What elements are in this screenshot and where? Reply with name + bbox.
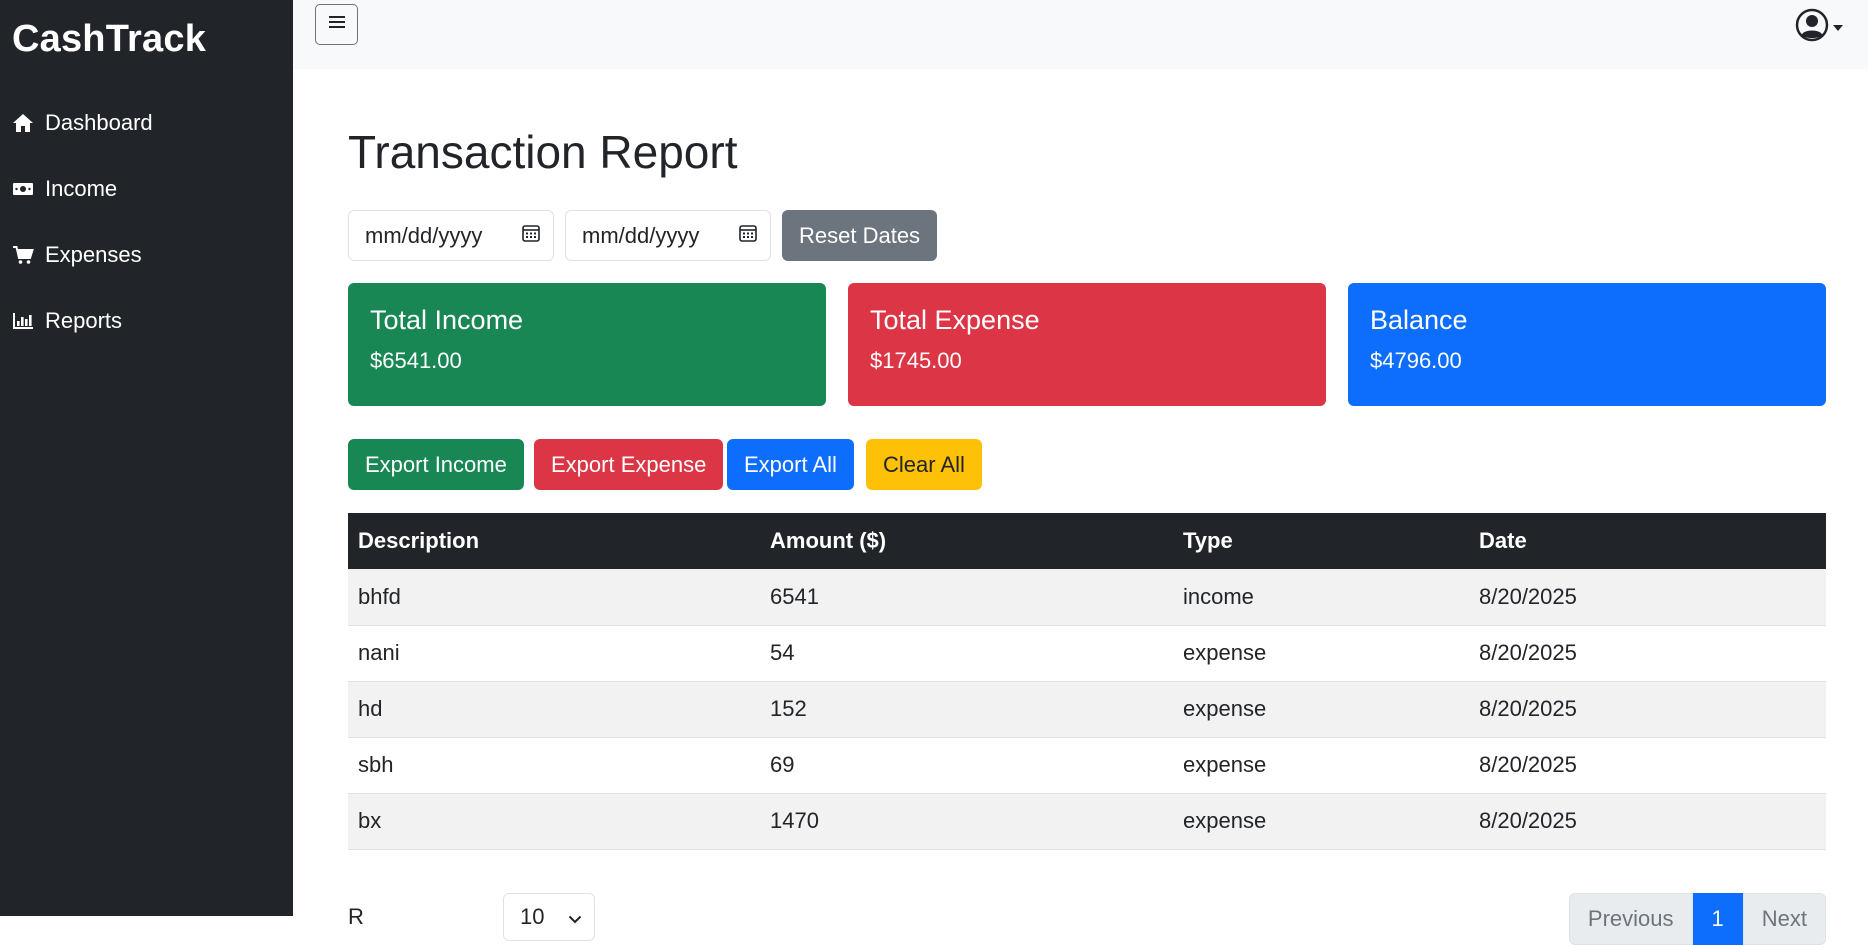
sidebar-item-label: Reports (45, 308, 123, 333)
end-date-placeholder: mm/dd/yyyy (582, 222, 700, 248)
column-header-amount[interactable]: Amount ($) (760, 513, 1173, 569)
cell-date: 8/20/2025 (1469, 793, 1826, 850)
top-navbar (293, 0, 1868, 69)
sidebar-item-label: Income (45, 176, 118, 201)
cell-type: income (1173, 569, 1469, 626)
cell-date: 8/20/2025 (1469, 681, 1826, 738)
start-date-placeholder: mm/dd/yyyy (365, 222, 483, 248)
card-value: $1745.00 (870, 348, 962, 373)
end-date-input[interactable]: mm/dd/yyyy (565, 210, 771, 261)
cell-type: expense (1173, 681, 1469, 738)
clear-all-button[interactable]: Clear All (866, 439, 982, 490)
cell-description: sbh (348, 737, 760, 794)
sidebar: CashTrack Dashboard Income Expenses Repo… (0, 0, 293, 916)
previous-page-button[interactable]: Previous (1568, 893, 1693, 945)
table-row: bx 1470 expense 8/20/2025 (348, 793, 1826, 850)
reset-dates-button[interactable]: Reset Dates (782, 210, 938, 261)
sidebar-item-label: Dashboard (45, 110, 153, 135)
card-value: $6541.00 (370, 348, 462, 373)
cell-amount: 6541 (760, 569, 1173, 626)
sidebar-item-income[interactable]: Income (0, 156, 293, 222)
user-circle-icon (1795, 8, 1829, 47)
cell-description: bhfd (348, 569, 760, 626)
cell-date: 8/20/2025 (1469, 569, 1826, 626)
sidebar-item-expenses[interactable]: Expenses (0, 222, 293, 288)
export-income-button[interactable]: Export Income (348, 439, 524, 490)
page-title: Transaction Report (348, 126, 738, 178)
page-1-button[interactable]: 1 (1692, 893, 1743, 945)
rows-per-page-label: R (348, 904, 364, 929)
table-row: hd 152 expense 8/20/2025 (348, 681, 1826, 738)
home-icon (12, 112, 34, 134)
table-row: nani 54 expense 8/20/2025 (348, 625, 1826, 682)
total-income-card: Total Income $6541.00 (348, 283, 826, 406)
column-header-description[interactable]: Description (348, 513, 760, 569)
start-date-input[interactable]: mm/dd/yyyy (348, 210, 554, 261)
column-header-date[interactable]: Date (1469, 513, 1826, 569)
cell-amount: 69 (760, 737, 1173, 794)
cell-amount: 152 (760, 681, 1173, 738)
chevron-down-icon (568, 904, 582, 930)
next-page-button[interactable]: Next (1742, 893, 1826, 945)
transactions-table: Description Amount ($) Type Date bhfd 65… (348, 513, 1826, 850)
sidebar-item-reports[interactable]: Reports (0, 288, 293, 354)
rows-per-page-select[interactable]: 10 (503, 893, 595, 941)
table-row: sbh 69 expense 8/20/2025 (348, 737, 1826, 794)
calendar-icon (521, 223, 541, 249)
cell-description: hd (348, 681, 760, 738)
column-header-type[interactable]: Type (1173, 513, 1469, 569)
cell-description: nani (348, 625, 760, 682)
sidebar-item-label: Expenses (45, 242, 142, 267)
card-title: Total Expense (870, 305, 1040, 335)
card-title: Balance (1370, 305, 1468, 335)
sidebar-item-dashboard[interactable]: Dashboard (0, 90, 293, 156)
cell-amount: 54 (760, 625, 1173, 682)
calendar-icon (738, 223, 758, 249)
total-expense-card: Total Expense $1745.00 (848, 283, 1326, 406)
cell-amount: 1470 (760, 793, 1173, 850)
hamburger-icon (328, 14, 346, 35)
user-menu-dropdown[interactable] (1795, 8, 1844, 47)
cell-description: bx (348, 793, 760, 850)
sidebar-toggle-button[interactable] (315, 4, 358, 45)
cell-date: 8/20/2025 (1469, 625, 1826, 682)
cell-type: expense (1173, 793, 1469, 850)
balance-card: Balance $4796.00 (1348, 283, 1826, 406)
pagination: Previous 1 Next (1568, 893, 1826, 945)
table-row: bhfd 6541 income 8/20/2025 (348, 569, 1826, 626)
cell-type: expense (1173, 737, 1469, 794)
card-title: Total Income (370, 305, 524, 335)
sidebar-nav: Dashboard Income Expenses Reports (0, 90, 293, 354)
card-value: $4796.00 (1370, 348, 1462, 373)
cell-type: expense (1173, 625, 1469, 682)
rows-per-page-value: 10 (520, 904, 545, 929)
export-expense-button[interactable]: Export Expense (534, 439, 724, 490)
table-header-row: Description Amount ($) Type Date (348, 513, 1826, 569)
brand-logo[interactable]: CashTrack (12, 18, 206, 61)
caret-down-icon (1832, 19, 1844, 37)
bar-chart-icon (12, 310, 34, 332)
export-all-button[interactable]: Export All (727, 439, 854, 490)
money-bill-icon (12, 178, 34, 200)
cart-icon (12, 244, 34, 266)
cell-date: 8/20/2025 (1469, 737, 1826, 794)
